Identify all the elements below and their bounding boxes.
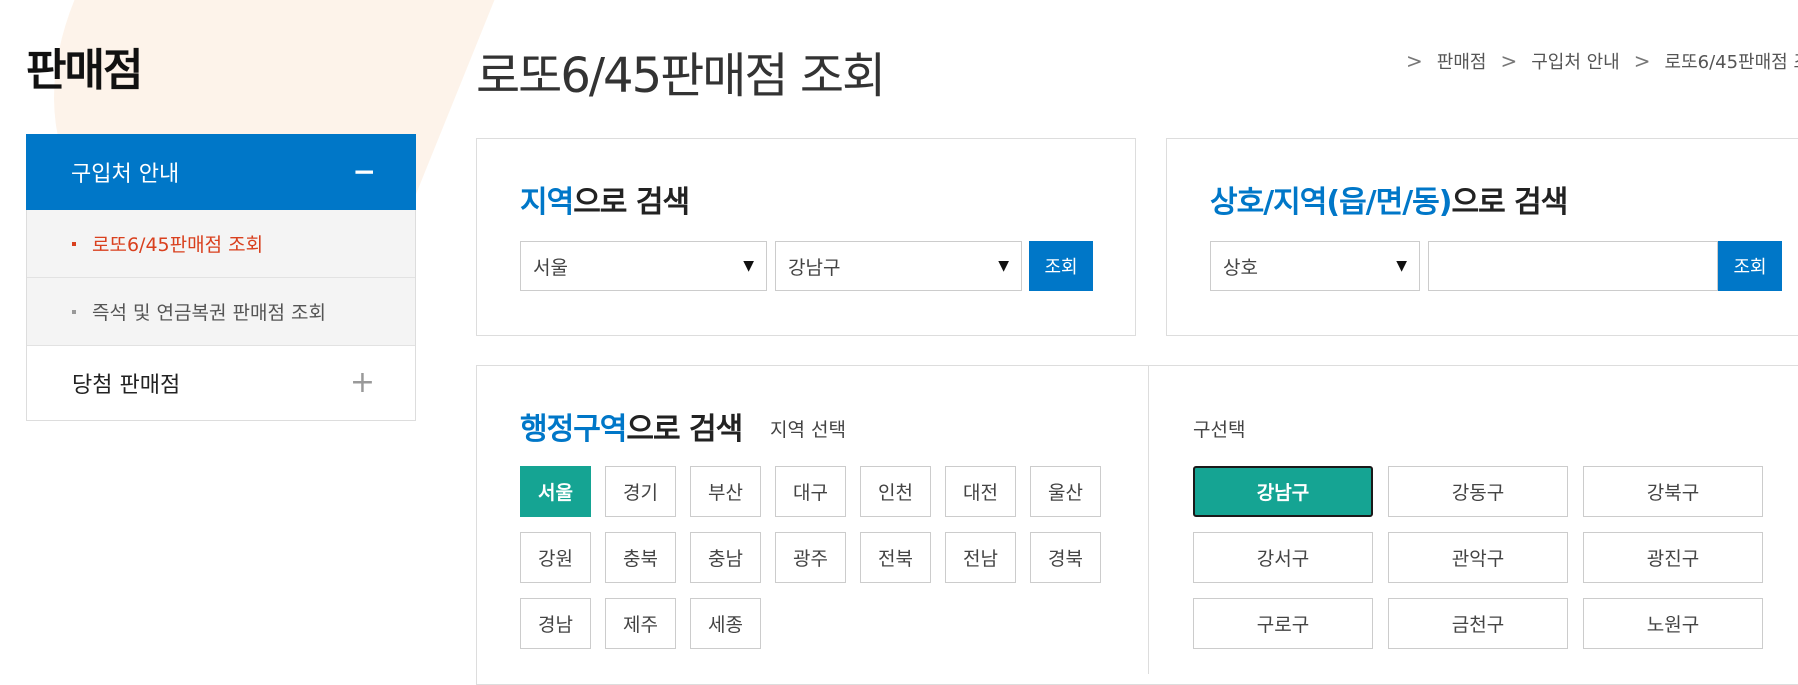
gu-button[interactable]: 노원구 (1583, 598, 1763, 649)
submenu: 로또6/45판매점 조회 즉석 및 연금복권 판매점 조회 (27, 210, 415, 346)
breadcrumb-separator: > (1500, 49, 1518, 73)
region-button[interactable]: 전남 (945, 532, 1016, 583)
breadcrumb-item-current: 로또6/45판매점 조 (1664, 52, 1798, 73)
admin-search-title-rest: 으로 검색 (626, 412, 743, 447)
region-button[interactable]: 제주 (605, 598, 676, 649)
gu-button[interactable]: 관악구 (1388, 532, 1568, 583)
expand-icon[interactable]: + (350, 368, 375, 398)
sido-select[interactable]: 서울 ▼ (520, 241, 767, 291)
region-search-title-rest: 으로 검색 (573, 185, 690, 220)
region-search-button[interactable]: 조회 (1029, 241, 1093, 291)
sidebar-menu: 구입처 안내 − 로또6/45판매점 조회 즉석 및 연금복권 판매점 조회 당… (26, 134, 416, 421)
region-search-title: 지역으로 검색 (520, 177, 690, 221)
region-button[interactable]: 충남 (690, 532, 761, 583)
search-type-select-value: 상호 (1223, 256, 1258, 279)
region-button[interactable]: 울산 (1030, 466, 1101, 517)
breadcrumb-item-purchase-guide[interactable]: 구입처 안내 (1531, 48, 1620, 74)
sidebar-title: 판매점 (26, 45, 143, 96)
region-button[interactable]: 충북 (605, 532, 676, 583)
breadcrumb-separator: > (1633, 49, 1651, 73)
dropdown-arrow-icon: ▼ (998, 258, 1009, 274)
region-search-title-highlight: 지역 (520, 185, 574, 220)
admin-search-title-highlight: 행정구역 (520, 412, 627, 447)
region-select-label: 지역 선택 (770, 419, 846, 441)
breadcrumb-separator: > (1406, 49, 1423, 73)
region-button[interactable]: 경북 (1030, 532, 1101, 583)
admin-search-title: 행정구역으로 검색 (520, 404, 743, 448)
gugun-select[interactable]: 강남구 ▼ (775, 241, 1022, 291)
name-search-title: 상호/지역(읍/면/동)으로 검색 (1210, 177, 1569, 221)
gu-button[interactable]: 구로구 (1193, 598, 1373, 649)
collapse-icon[interactable]: − (353, 158, 376, 186)
breadcrumb: > 판매점 > 구입처 안내 > 로또6/45판매점 조 (1392, 48, 1798, 74)
bullet-icon (72, 241, 76, 246)
region-button[interactable]: 인천 (860, 466, 931, 517)
region-button[interactable]: 전북 (860, 532, 931, 583)
menu-winning-stores-label: 당첨 판매점 (72, 373, 181, 398)
gu-button[interactable]: 강서구 (1193, 532, 1373, 583)
store-name-input[interactable] (1428, 241, 1718, 291)
region-button[interactable]: 부산 (690, 466, 761, 517)
region-button[interactable]: 경남 (520, 598, 591, 649)
region-search-panel: 지역으로 검색 서울 ▼ 강남구 ▼ 조회 (476, 138, 1136, 336)
gu-button[interactable]: 강남구 (1193, 466, 1373, 517)
submenu-item-instant-pension-store[interactable]: 즉석 및 연금복권 판매점 조회 (27, 278, 415, 346)
gu-select-label: 구선택 (1193, 419, 1246, 441)
gu-button[interactable]: 강북구 (1583, 466, 1763, 517)
region-button[interactable]: 세종 (690, 598, 761, 649)
gu-button[interactable]: 광진구 (1583, 532, 1763, 583)
dropdown-arrow-icon: ▼ (1396, 258, 1407, 274)
region-button[interactable]: 강원 (520, 532, 591, 583)
gugun-select-value: 강남구 (788, 256, 841, 279)
dropdown-arrow-icon: ▼ (743, 258, 754, 274)
region-button[interactable]: 서울 (520, 466, 591, 517)
name-search-panel: 상호/지역(읍/면/동)으로 검색 상호 ▼ 조회 (1166, 138, 1798, 336)
submenu-item-lotto-store[interactable]: 로또6/45판매점 조회 (27, 210, 415, 278)
region-button[interactable]: 경기 (605, 466, 676, 517)
breadcrumb-item-store[interactable]: 판매점 (1437, 48, 1487, 74)
panel-divider (1148, 365, 1149, 674)
region-button[interactable]: 대전 (945, 466, 1016, 517)
name-search-title-rest: 으로 검색 (1451, 185, 1569, 220)
search-type-select[interactable]: 상호 ▼ (1210, 241, 1420, 291)
menu-winning-stores[interactable]: 당첨 판매점 + (27, 346, 415, 420)
gu-button[interactable]: 강동구 (1388, 466, 1568, 517)
name-search-title-highlight: 상호/지역(읍/면/동) (1210, 185, 1452, 220)
menu-purchase-guide-label: 구입처 안내 (71, 162, 180, 187)
bullet-icon (72, 309, 76, 314)
submenu-item-label: 즉석 및 연금복권 판매점 조회 (92, 302, 326, 324)
region-button[interactable]: 광주 (775, 532, 846, 583)
gu-button[interactable]: 금천구 (1388, 598, 1568, 649)
page-title: 로또6/45판매점 조회 (476, 48, 886, 104)
menu-purchase-guide[interactable]: 구입처 안내 − (26, 134, 416, 210)
region-button[interactable]: 대구 (775, 466, 846, 517)
sido-select-value: 서울 (533, 256, 568, 279)
name-search-button[interactable]: 조회 (1718, 241, 1782, 291)
admin-search-panel: 행정구역으로 검색 지역 선택 구선택 서울 경기 부산 대구 인천 대전 울산강원 충북 충남… (476, 365, 1798, 685)
submenu-item-label: 로또6/45판매점 조회 (92, 234, 264, 256)
